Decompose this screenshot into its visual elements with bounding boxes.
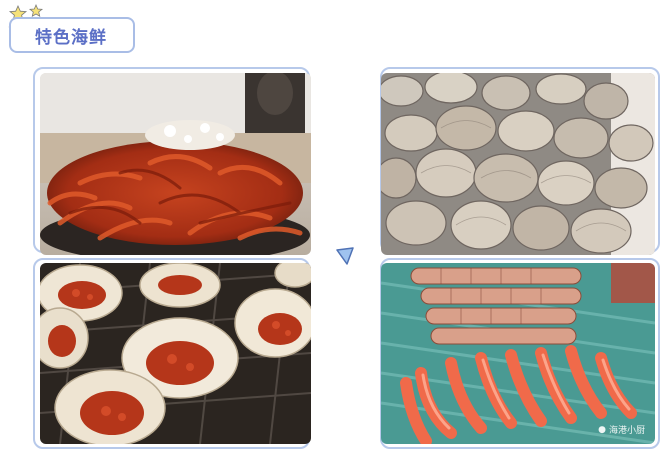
photo-clams [381, 73, 655, 255]
watermark-text: 海港小厨 [608, 426, 645, 436]
section-title-box: 特色海鲜 [9, 17, 135, 53]
section-title: 特色海鲜 [35, 27, 107, 48]
pointer-arrow-icon [336, 247, 354, 265]
photo-shrimp: ● 海港小厨 [381, 263, 655, 444]
star-icon [28, 3, 44, 18]
photo-oysters [40, 263, 311, 444]
photo-crayfish [40, 73, 311, 255]
watermark: ● 海港小厨 [598, 423, 645, 437]
wechat-icon: ● [598, 424, 606, 435]
